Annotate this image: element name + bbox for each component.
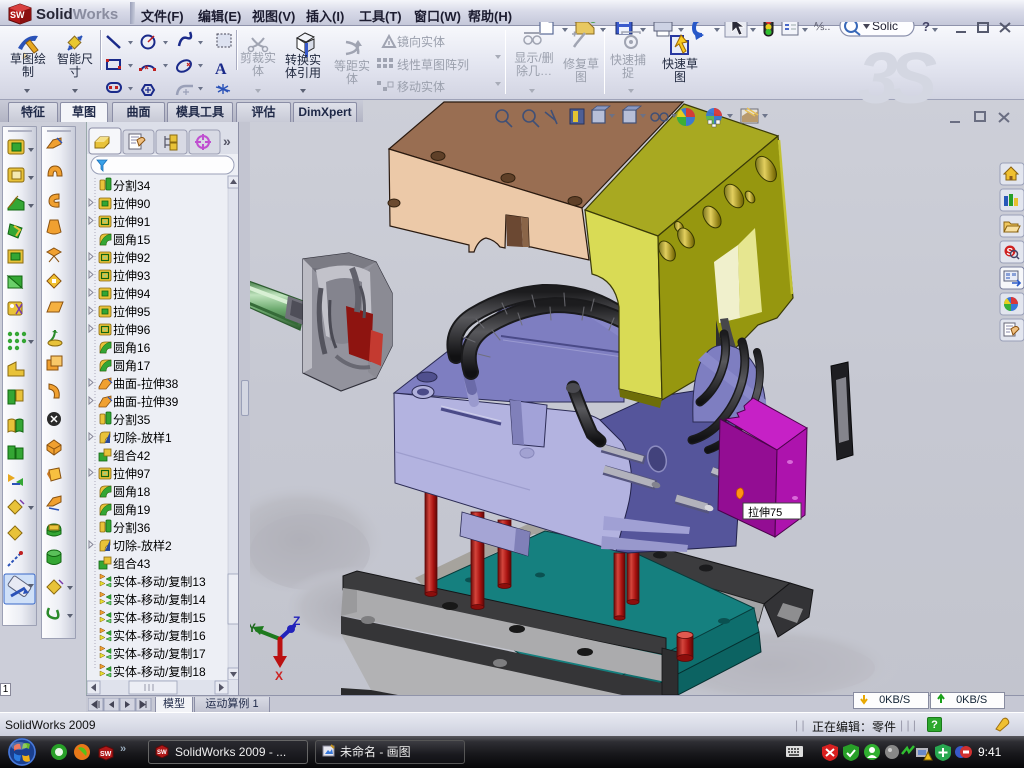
svg-text:A: A [215,61,227,78]
svg-text:SW: SW [10,10,25,20]
svg-text:X: X [275,669,283,683]
svg-text:⅍..: ⅍.. [813,22,830,33]
svg-text:Z: Z [293,614,300,628]
svg-text:?: ? [922,22,930,34]
svg-text:SW: SW [100,751,112,758]
svg-text:Solic: Solic [872,22,898,33]
svg-text:»: » [223,133,231,149]
svg-text:»: » [120,744,126,755]
svg-text:Y: Y [250,621,256,635]
svg-text:拉伸75: 拉伸75 [748,505,782,519]
svg-text:SW: SW [157,750,167,756]
svg-text:SolidWorks: SolidWorks [36,6,118,23]
